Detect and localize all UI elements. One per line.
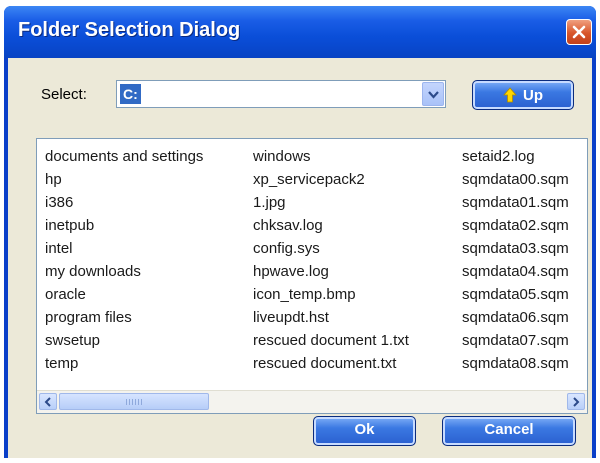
folder-list[interactable]: documents and settings hp i386 inetpub i… xyxy=(36,138,588,414)
up-arrow-icon xyxy=(503,87,517,103)
list-item[interactable]: rescued document 1.txt xyxy=(253,329,409,352)
list-item[interactable]: hp xyxy=(45,168,203,191)
scroll-right-icon xyxy=(573,397,580,407)
title-bar[interactable]: Folder Selection Dialog xyxy=(4,6,596,58)
list-item[interactable]: windows xyxy=(253,145,409,168)
list-item[interactable]: sqmdata05.sqm xyxy=(462,283,569,306)
list-item[interactable]: icon_temp.bmp xyxy=(253,283,409,306)
list-item[interactable]: swsetup xyxy=(45,329,203,352)
list-item[interactable]: rescued document.txt xyxy=(253,352,409,375)
select-label: Select: xyxy=(41,86,87,103)
list-item[interactable]: 1.jpg xyxy=(253,191,409,214)
list-item[interactable]: intel xyxy=(45,237,203,260)
chevron-down-icon xyxy=(428,91,439,99)
scroll-left-icon xyxy=(44,397,51,407)
up-button[interactable]: Up xyxy=(472,80,574,110)
horizontal-scrollbar[interactable] xyxy=(37,390,587,413)
dropdown-button[interactable] xyxy=(422,82,444,106)
scroll-left-button[interactable] xyxy=(39,393,57,410)
scroll-right-button[interactable] xyxy=(567,393,585,410)
cancel-button[interactable]: Cancel xyxy=(442,416,576,446)
drive-select-value[interactable]: C: xyxy=(120,84,141,104)
ok-button[interactable]: Ok xyxy=(313,416,416,446)
list-item[interactable]: inetpub xyxy=(45,214,203,237)
list-item[interactable]: config.sys xyxy=(253,237,409,260)
list-column-2: windows xp_servicepack2 1.jpg chksav.log… xyxy=(253,145,409,375)
dialog-body: Select: C: Up documents and settings hp … xyxy=(8,58,592,458)
list-item[interactable]: temp xyxy=(45,352,203,375)
list-item[interactable]: sqmdata01.sqm xyxy=(462,191,569,214)
list-item[interactable]: sqmdata00.sqm xyxy=(462,168,569,191)
grip-icon xyxy=(126,399,142,405)
list-item[interactable]: chksav.log xyxy=(253,214,409,237)
list-item[interactable]: i386 xyxy=(45,191,203,214)
list-item[interactable]: sqmdata04.sqm xyxy=(462,260,569,283)
scroll-thumb[interactable] xyxy=(59,393,209,410)
drive-select[interactable]: C: xyxy=(116,80,446,108)
list-item[interactable]: sqmdata08.sqm xyxy=(462,352,569,375)
list-item[interactable]: oracle xyxy=(45,283,203,306)
list-item[interactable]: documents and settings xyxy=(45,145,203,168)
list-item[interactable]: sqmdata07.sqm xyxy=(462,329,569,352)
close-button[interactable] xyxy=(566,19,592,45)
list-item[interactable]: my downloads xyxy=(45,260,203,283)
list-item[interactable]: hpwave.log xyxy=(253,260,409,283)
list-column-3: setaid2.log sqmdata00.sqm sqmdata01.sqm … xyxy=(462,145,569,375)
list-item[interactable]: sqmdata02.sqm xyxy=(462,214,569,237)
close-icon xyxy=(572,25,586,39)
folder-selection-dialog: Folder Selection Dialog Select: C: Up do… xyxy=(4,6,596,458)
list-item[interactable]: xp_servicepack2 xyxy=(253,168,409,191)
up-button-label: Up xyxy=(523,87,543,104)
list-item[interactable]: setaid2.log xyxy=(462,145,569,168)
list-item[interactable]: sqmdata06.sqm xyxy=(462,306,569,329)
list-column-1: documents and settings hp i386 inetpub i… xyxy=(45,145,203,375)
list-item[interactable]: program files xyxy=(45,306,203,329)
list-item[interactable]: liveupdt.hst xyxy=(253,306,409,329)
window-title: Folder Selection Dialog xyxy=(18,19,241,41)
list-item[interactable]: sqmdata03.sqm xyxy=(462,237,569,260)
